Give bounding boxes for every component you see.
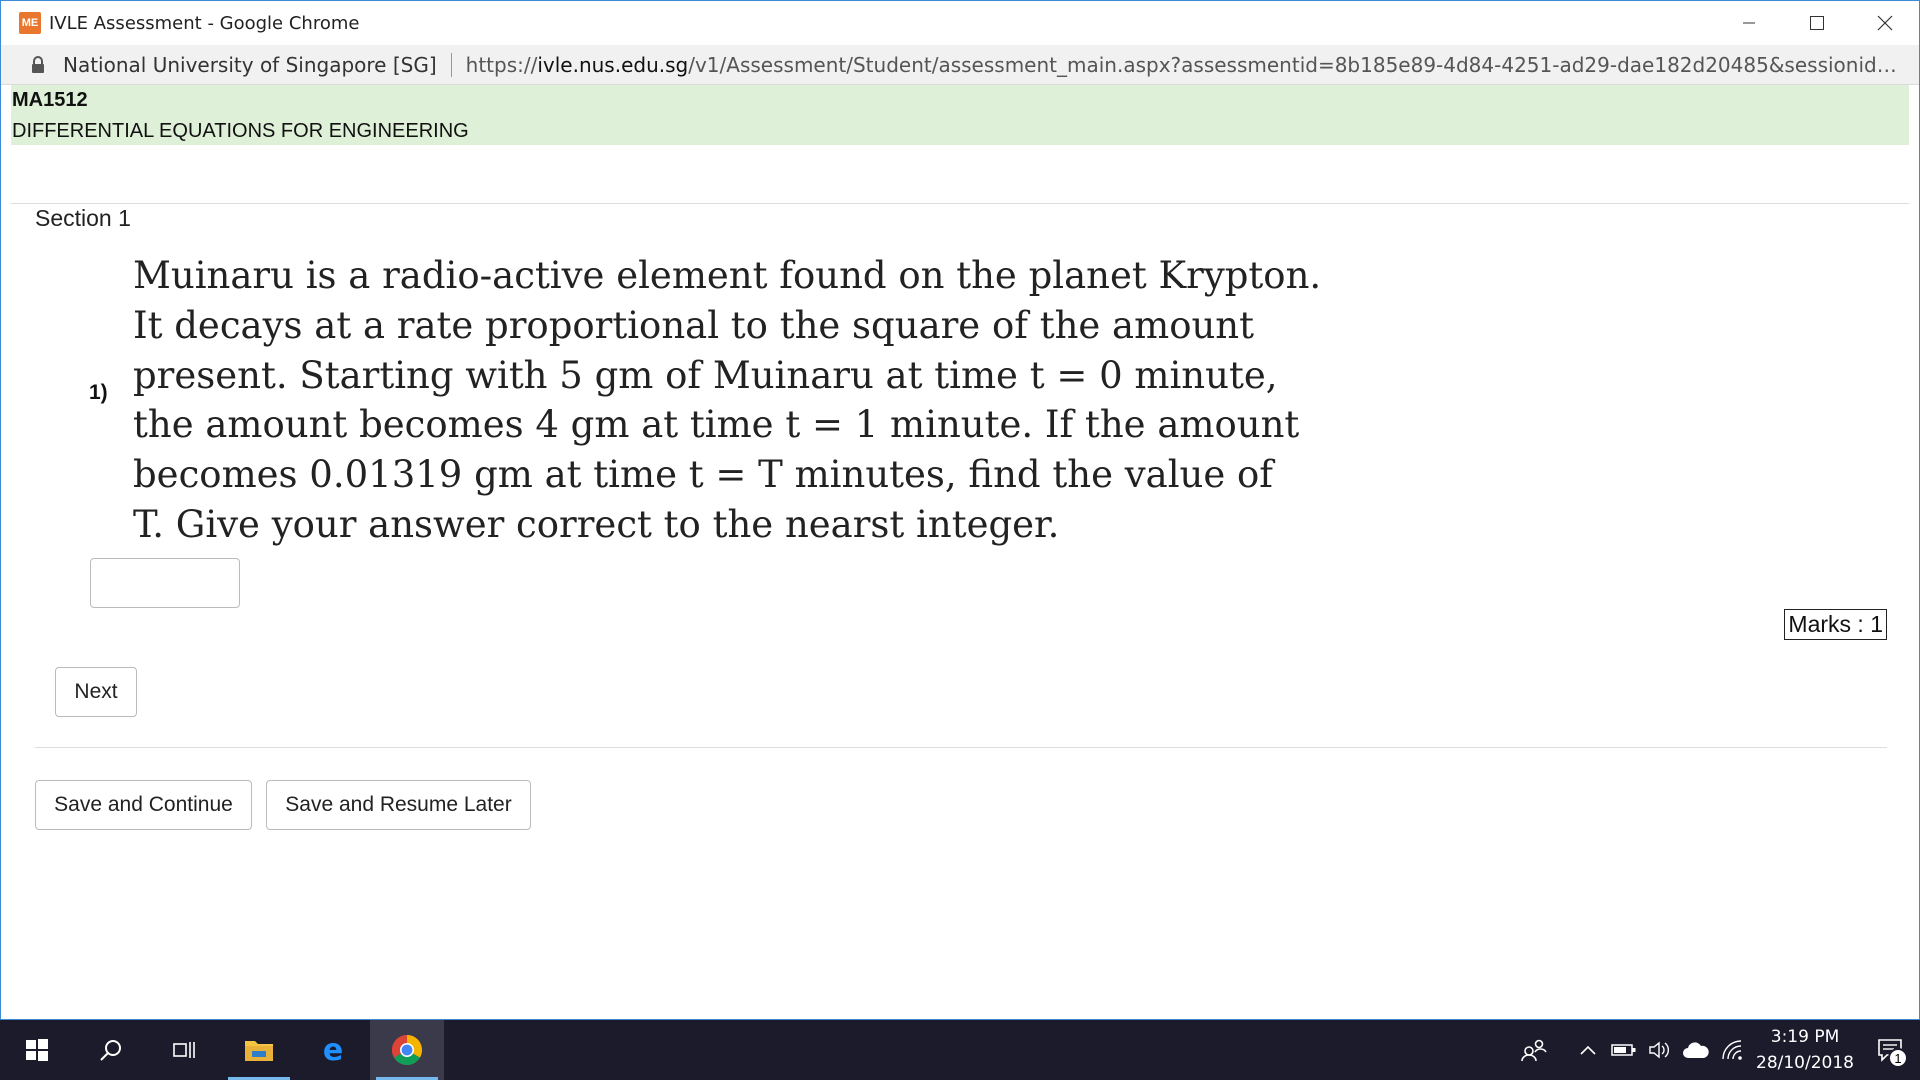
site-identity[interactable]: National University of Singapore [SG] [63, 53, 437, 77]
taskbar-chrome[interactable] [370, 1020, 444, 1080]
browser-window: ME IVLE Assessment - Google Chrome Natio… [0, 0, 1920, 1020]
chrome-icon [391, 1035, 423, 1066]
taskbar: e 3:19 PM 28/10/2018 1 [0, 1020, 1920, 1080]
action-center-button[interactable]: 1 [1860, 1020, 1920, 1080]
notification-count-badge: 1 [1888, 1048, 1908, 1068]
question-number: 1) [89, 381, 108, 404]
window-title: IVLE Assessment - Google Chrome [49, 12, 360, 34]
section-title: Section 1 [35, 205, 131, 231]
question-text: Muinaru is a radio-active element found … [133, 251, 1322, 550]
clock[interactable]: 3:19 PM 28/10/2018 [1750, 1024, 1860, 1076]
title-bar[interactable]: ME IVLE Assessment - Google Chrome [1, 1, 1919, 45]
close-icon [1877, 15, 1893, 31]
header-divider [11, 203, 1909, 204]
volume-button[interactable] [1642, 1020, 1678, 1080]
search-button[interactable] [74, 1020, 148, 1080]
marks-label: Marks : 1 [1784, 609, 1887, 640]
minimize-icon [1743, 22, 1755, 24]
taskbar-file-explorer[interactable] [222, 1020, 296, 1080]
start-button[interactable] [0, 1020, 74, 1080]
windows-icon [26, 1039, 48, 1061]
next-button[interactable]: Next [55, 667, 137, 717]
url-path: /v1/Assessment/Student/assessment_main.a… [688, 52, 1906, 77]
answer-input[interactable] [90, 558, 240, 608]
url-host: ivle.nus.edu.sg [537, 52, 689, 77]
course-code: MA1512 [12, 89, 88, 111]
onedrive-button[interactable] [1678, 1020, 1714, 1080]
svg-text:e: e [323, 1035, 343, 1065]
people-button[interactable] [1516, 1020, 1552, 1080]
window-controls [1715, 1, 1919, 45]
speaker-icon [1649, 1041, 1669, 1059]
question-line: present. Starting with 5 gm of Muinaru a… [133, 353, 1278, 397]
save-and-continue-button[interactable]: Save and Continue [35, 780, 252, 830]
save-and-resume-later-button[interactable]: Save and Resume Later [266, 780, 531, 830]
clock-time: 3:19 PM [1770, 1027, 1840, 1047]
question-line: It decays at a rate proportional to the … [133, 303, 1255, 347]
folder-icon [245, 1041, 273, 1061]
search-icon [100, 1040, 121, 1061]
question-line: the amount becomes 4 gm at time t = 1 mi… [133, 403, 1300, 447]
battery-button[interactable] [1606, 1020, 1642, 1080]
course-name: DIFFERENTIAL EQUATIONS FOR ENGINEERING [12, 120, 469, 142]
question-line: T. Give your answer correct to the nears… [133, 502, 1060, 546]
lock-icon [32, 55, 44, 73]
people-icon [1521, 1039, 1547, 1062]
taskbar-edge[interactable]: e [296, 1020, 370, 1080]
system-tray: 3:19 PM 28/10/2018 1 [1516, 1020, 1920, 1080]
minimize-button[interactable] [1715, 1, 1783, 45]
cloud-icon [1683, 1042, 1709, 1058]
battery-icon [1611, 1044, 1636, 1056]
task-view-button[interactable] [148, 1020, 222, 1080]
button-divider [35, 747, 1887, 748]
wifi-button[interactable] [1714, 1020, 1750, 1080]
question-line: Muinaru is a radio-active element found … [133, 254, 1322, 297]
app-icon: ME [19, 12, 41, 34]
chevron-up-icon [1580, 1045, 1596, 1055]
address-separator [450, 52, 452, 77]
maximize-icon [1810, 16, 1824, 30]
url-text[interactable]: https://ivle.nus.edu.sg/v1/Assessment/St… [466, 53, 1906, 77]
url-scheme: https:// [465, 52, 538, 77]
clock-date: 28/10/2018 [1756, 1053, 1854, 1073]
close-window-button[interactable] [1851, 1, 1919, 45]
wifi-icon [1722, 1040, 1742, 1060]
maximize-button[interactable] [1783, 1, 1851, 45]
address-bar[interactable]: National University of Singapore [SG] ht… [1, 45, 1919, 85]
show-hidden-icons-button[interactable] [1570, 1020, 1606, 1080]
course-header: MA1512 DIFFERENTIAL EQUATIONS FOR ENGINE… [11, 85, 1909, 145]
task-view-icon [173, 1042, 195, 1058]
edge-icon: e [323, 1035, 343, 1065]
question-line: becomes 0.01319 gm at time t = T minutes… [133, 453, 1273, 497]
